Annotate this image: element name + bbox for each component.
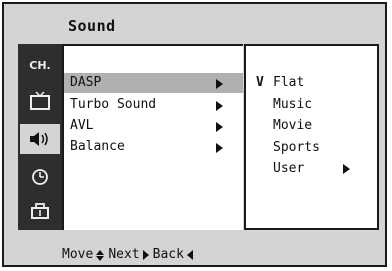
option-label: Flat <box>273 75 305 90</box>
submenu-arrow-icon <box>216 122 223 132</box>
sidebar-item-channel[interactable]: CH. <box>18 50 62 80</box>
speaker-sound-icon <box>30 132 48 146</box>
sidebar-item-setup[interactable] <box>18 196 62 226</box>
move-hint: Move <box>62 247 94 262</box>
option-flat[interactable]: V Flat <box>246 73 377 93</box>
left-arrow-icon <box>186 250 193 260</box>
up-down-arrow-icon <box>96 249 105 261</box>
title-bar: Sound <box>4 4 385 44</box>
sidebar-item-time[interactable] <box>18 162 62 192</box>
submenu-arrow-icon <box>216 79 223 89</box>
option-label: Music <box>273 97 313 112</box>
clock-timer-icon <box>32 169 48 185</box>
option-sports[interactable]: Sports <box>246 138 377 158</box>
osd-window: Sound CH. DASP Turbo Sound AVL Balance V… <box>2 2 387 267</box>
menu-item-label: DASP <box>70 75 102 90</box>
submenu-arrow-icon <box>216 143 223 153</box>
option-label: User <box>273 161 305 176</box>
sidebar-item-sound[interactable] <box>20 124 60 154</box>
menu-item-turbo-sound[interactable]: Turbo Sound <box>64 95 243 115</box>
menu-item-label: Balance <box>70 139 125 154</box>
dasp-options-list: V Flat Music Movie Sports User <box>244 44 379 230</box>
menu-item-dasp[interactable]: DASP <box>64 73 243 93</box>
tv-picture-icon <box>30 91 50 110</box>
sound-menu-list: DASP Turbo Sound AVL Balance <box>62 44 243 230</box>
category-sidebar: CH. <box>18 44 62 230</box>
back-hint: Back <box>152 247 184 262</box>
submenu-arrow-icon <box>216 101 223 111</box>
option-user[interactable]: User <box>246 159 377 179</box>
next-hint: Next <box>108 247 140 262</box>
sidebar-item-picture[interactable] <box>18 86 62 116</box>
setup-toolbox-icon <box>31 203 49 219</box>
window-title: Sound <box>68 17 116 35</box>
right-arrow-icon <box>142 250 149 260</box>
menu-item-avl[interactable]: AVL <box>64 116 243 136</box>
checkmark-icon: V <box>256 75 264 90</box>
menu-item-label: AVL <box>70 118 94 133</box>
option-movie[interactable]: Movie <box>246 116 377 136</box>
option-music[interactable]: Music <box>246 95 377 115</box>
submenu-arrow-icon <box>343 164 350 174</box>
menu-item-balance[interactable]: Balance <box>64 137 243 157</box>
navigation-help: Move Next Back <box>62 246 193 264</box>
option-label: Movie <box>273 118 313 133</box>
channel-icon: CH. <box>29 58 51 72</box>
option-label: Sports <box>273 140 320 155</box>
menu-item-label: Turbo Sound <box>70 97 157 112</box>
